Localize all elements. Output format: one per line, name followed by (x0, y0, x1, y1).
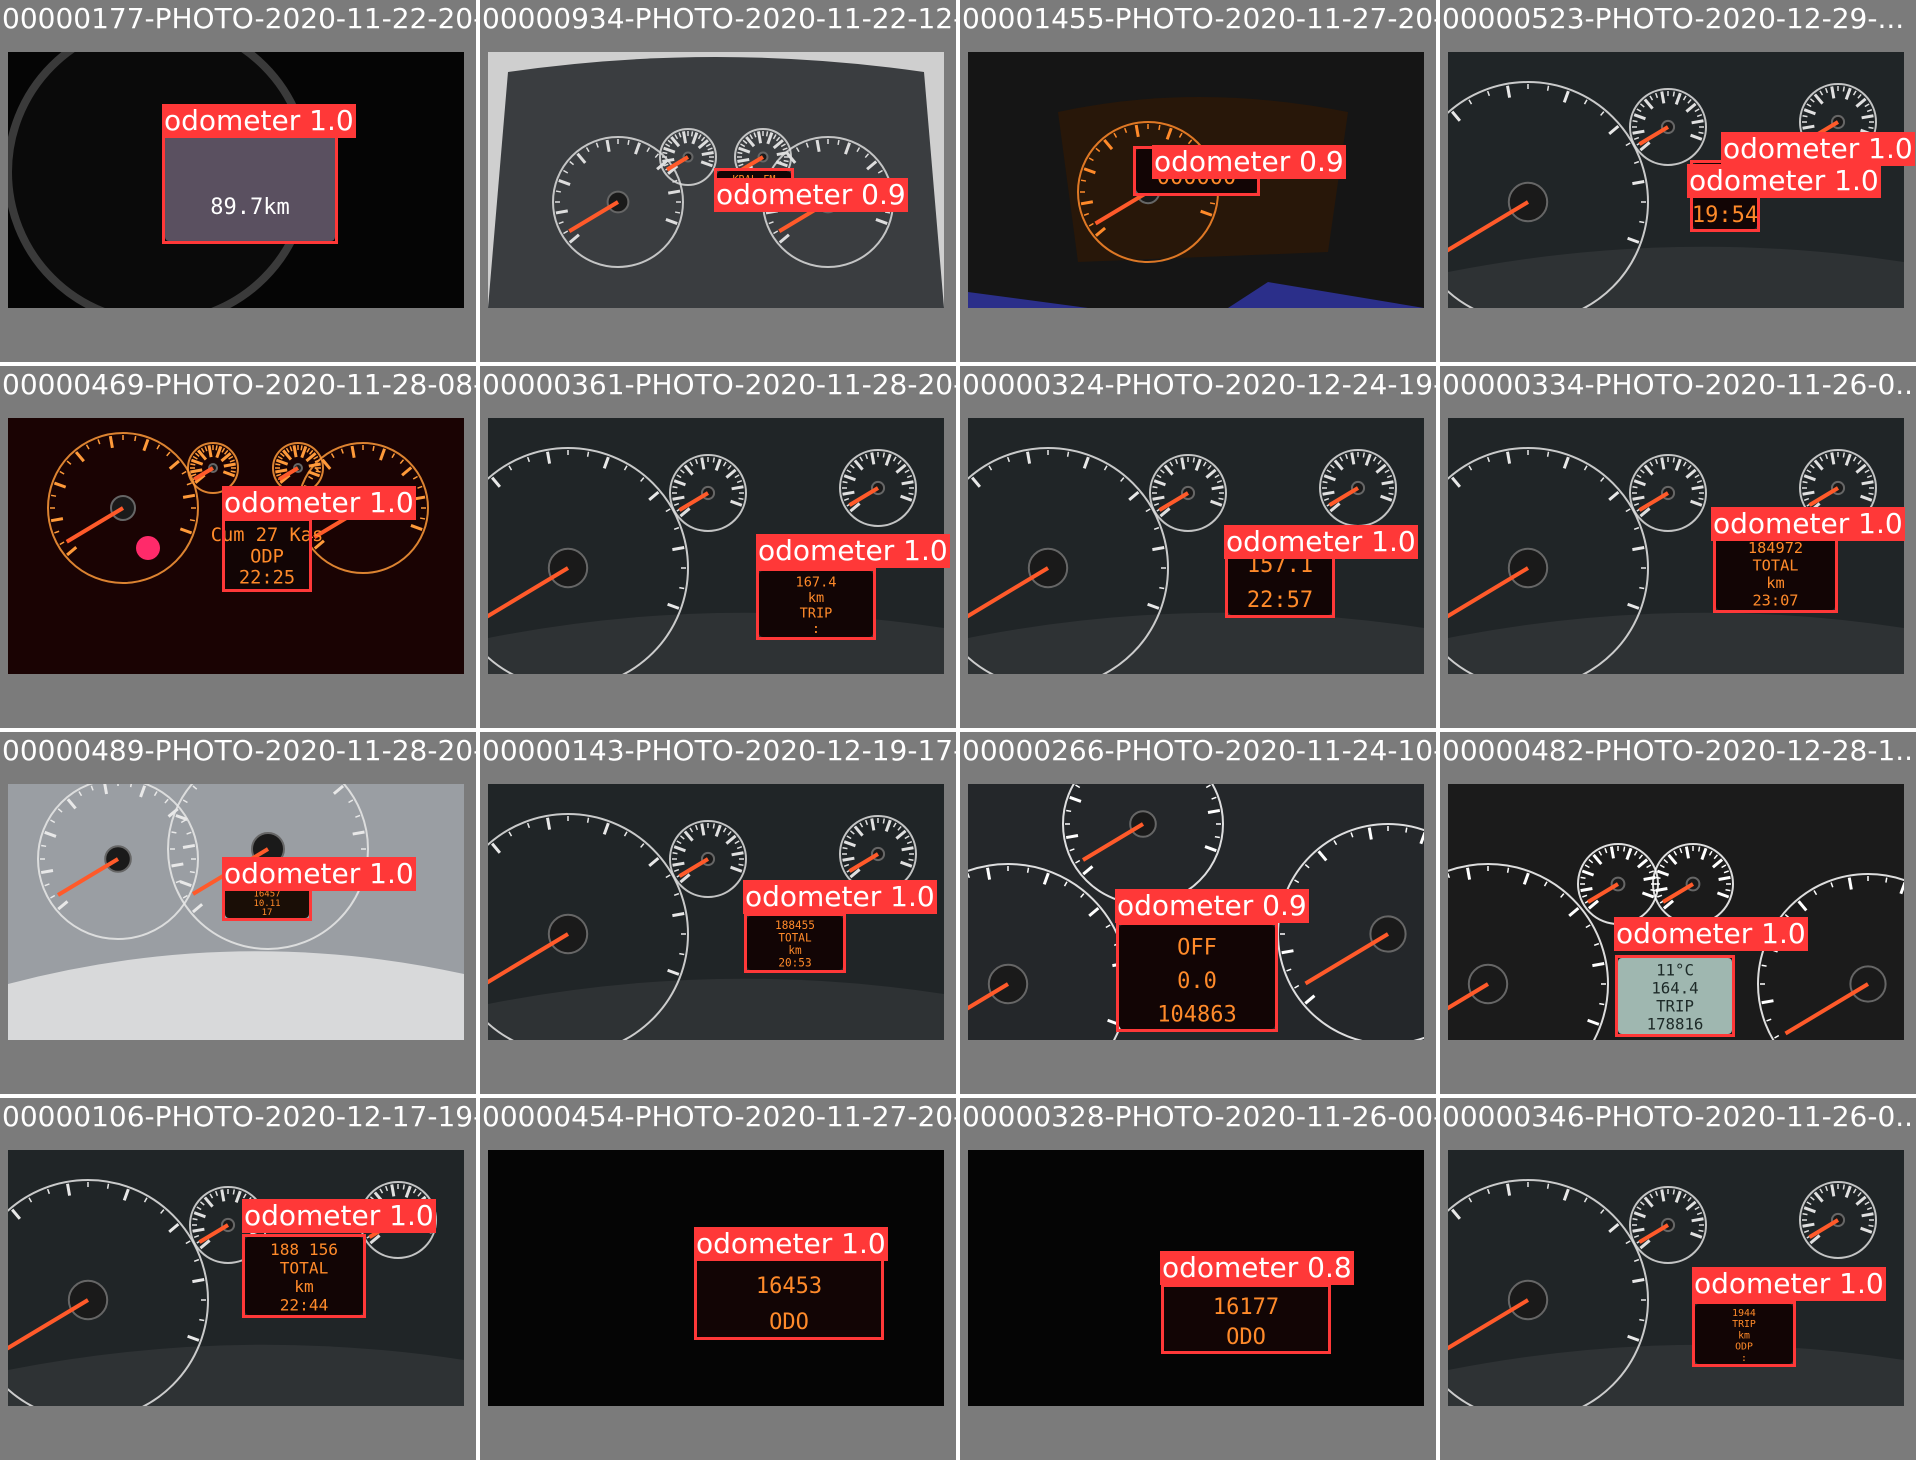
detection-label: odometer 0.9 (1115, 889, 1309, 923)
odometer-bounding-box (744, 913, 846, 973)
detection-label: odometer 1.0 (222, 486, 416, 520)
image-filename: 00001455-PHOTO-2020-11-27-20-30-53 9.jpg (962, 2, 1436, 35)
detection-label: odometer 0.9 (1152, 145, 1346, 179)
image-filename: 00000454-PHOTO-2020-11-27-20-30-53 8.jpg (482, 1100, 956, 1133)
image-filename: 00000177-PHOTO-2020-11-22-20-09-19 4.jpg (2, 2, 476, 35)
image-filename: 00000346-PHOTO-2020-11-26-0... (1442, 1100, 1916, 1133)
odometer-bounding-box (1615, 955, 1735, 1037)
detection-label: odometer 1.0 (222, 857, 416, 891)
odometer-bounding-box (756, 568, 876, 640)
detection-label: odometer 1.0 (1614, 917, 1808, 951)
detection-label: odometer 1.0 (743, 880, 937, 914)
odometer-bounding-box (694, 1258, 884, 1340)
odometer-bounding-box (1161, 1284, 1331, 1354)
detection-label: odometer 0.8 (1160, 1251, 1354, 1285)
image-filename: 00000523-PHOTO-2020-12-29-... (1442, 2, 1905, 35)
mosaic-cell: KRAL FM16206911:2000000934-PHOTO-2020-11… (480, 0, 956, 362)
detection-label: odometer 1.0 (694, 1227, 888, 1261)
mosaic-cell: 18975219:5400000523-PHOTO-2020-12-29-...… (1440, 0, 1916, 362)
image-filename: 00000328-PHOTO-2020-11-26-00-44-36 6.jpg (962, 1100, 1436, 1133)
mosaic-cell: 188 156 TOTAL km 22:44 00000106-PHOTO-2020-1… (0, 1098, 476, 1460)
detection-label: odometer 1.0 (1687, 164, 1881, 198)
odometer-bounding-box (1713, 533, 1838, 613)
detection-label: odometer 1.0 (1224, 525, 1418, 559)
mosaic-cell: 16457 10.11 17 00000489-PHOTO-2020-11-28-20… (0, 732, 476, 1094)
image-filename: 00000489-PHOTO-2020-11-28-20-59-31 4.jpg (2, 734, 476, 767)
dashboard-photo: 188 156 TOTAL km 22:44 (8, 1150, 464, 1406)
mosaic-cell: 184972 TOTAL km 23:07 00000334-PHOTO-2020-11… (1440, 366, 1916, 728)
odometer-bounding-box (1692, 1301, 1796, 1367)
image-filename: 00000469-PHOTO-2020-11-28-08-39-36 8.jpg (2, 368, 476, 401)
detection-label: odometer 1.0 (756, 534, 950, 568)
detection-mosaic: 89.7km00000177-PHOTO-2020-11-22-20-09-19… (0, 0, 1920, 1464)
odometer-bounding-box (1116, 922, 1278, 1032)
mosaic-cell: 157.122:5700000324-PHOTO-2020-12-24-19-4… (960, 366, 1436, 728)
image-filename: 00000106-PHOTO-2020-12-17-19-20-48 4.jpg (2, 1100, 476, 1133)
image-filename: 00000266-PHOTO-2020-11-24-10-50-48 2.jpg (962, 734, 1436, 767)
mosaic-cell: Cum 27 Kas ODP 22:25 00000469-PHOTO-2020-11… (0, 366, 476, 728)
mosaic-cell: 89.7km00000177-PHOTO-2020-11-22-20-09-19… (0, 0, 476, 362)
odometer-bounding-box (242, 1234, 366, 1318)
mosaic-cell: 11°C 164.4 TRIP 178816 00000482-PHOTO-2020-1… (1440, 732, 1916, 1094)
warning-light-icon (136, 536, 160, 560)
mosaic-cell: 188455 TOTAL km 20:53 00000143-PHOTO-2020-12… (480, 732, 956, 1094)
mosaic-cell: 1944 TRIP km ODP:00000346-PHOTO-2020-11-26-… (1440, 1098, 1916, 1460)
detection-label: odometer 1.0 (242, 1199, 436, 1233)
detection-label: odometer 0.9 (714, 178, 908, 212)
image-filename: 00000934-PHOTO-2020-11-22-12-33-14 5.jpg (482, 2, 956, 35)
mosaic-cell: OFF 0.0 104863 00000266-PHOTO-2020-11-24-10… (960, 732, 1436, 1094)
mosaic-cell: 00000000001455-PHOTO-2020-11-27-20-30-53… (960, 0, 1436, 362)
detection-label: odometer 1.0 (1711, 507, 1905, 541)
image-filename: 00000143-PHOTO-2020-12-19-17-36-32 6.jpg (482, 734, 956, 767)
odometer-bounding-box (222, 518, 312, 592)
image-filename: 00000324-PHOTO-2020-12-24-19-40-39 4.jpg (962, 368, 1436, 401)
image-filename: 00000334-PHOTO-2020-11-26-0... (1442, 368, 1916, 401)
detection-label: odometer 1.0 (1692, 1267, 1886, 1301)
image-filename: 00000361-PHOTO-2020-11-28-20-58-32 4.jpg (482, 368, 956, 401)
detection-label: odometer 1.0 (162, 104, 356, 138)
mosaic-cell: 16453ODO00000454-PHOTO-2020-11-27-20-30-… (480, 1098, 956, 1460)
mosaic-cell: 167.4 km TRIP:00000361-PHOTO-2020-11-28-20… (480, 366, 956, 728)
detection-label: odometer 1.0 (1721, 132, 1915, 166)
image-filename: 00000482-PHOTO-2020-12-28-1... (1442, 734, 1916, 767)
mosaic-cell: 16177ODO00000328-PHOTO-2020-11-26-00-44-… (960, 1098, 1436, 1460)
